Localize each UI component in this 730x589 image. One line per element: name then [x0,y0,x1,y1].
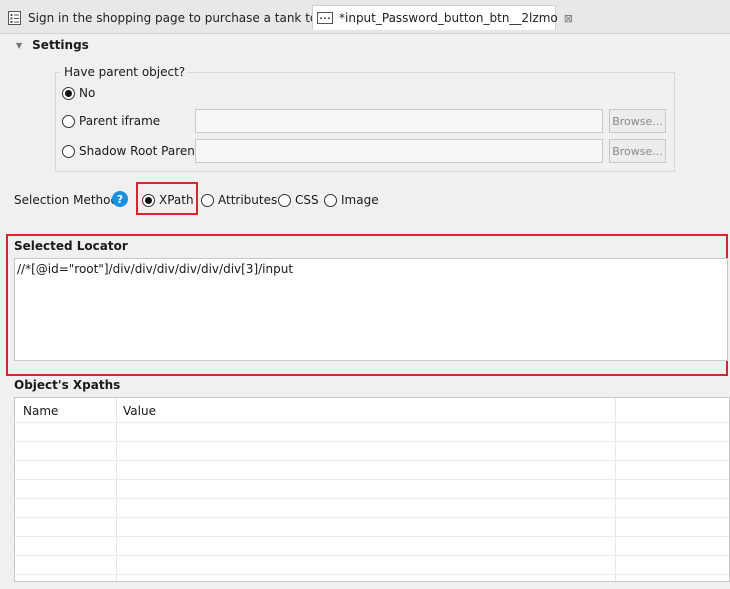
radio-label: Image [341,193,379,207]
radio-css[interactable]: CSS [278,193,319,207]
group-border [55,72,59,73]
radio-button[interactable] [62,114,75,128]
radio-label: CSS [295,193,319,207]
table-row [15,422,729,423]
table-row [15,460,729,461]
radio-attributes[interactable]: Attributes [201,193,277,207]
table-row [15,574,729,575]
radio-image[interactable]: Image [324,193,379,207]
radio-parent-none[interactable]: No [62,86,95,100]
chevron-down-icon: ▼ [16,40,23,50]
test-case-icon [6,10,22,25]
tab-test-case[interactable]: Sign in the shopping page to purchase a … [6,5,325,30]
radio-label: Attributes [218,193,278,207]
table-row [15,517,729,518]
shadow-root-field [195,139,603,163]
object-xpaths-title: Object's Xpaths [14,378,121,392]
group-border [172,72,675,73]
selected-locator-title: Selected Locator [14,239,128,253]
parent-iframe-field [195,109,603,133]
table-row [15,498,729,499]
settings-section-toggle[interactable]: ▼ Settings [16,38,89,52]
table-row [15,441,729,442]
editor-tab-bar: Sign in the shopping page to purchase a … [0,0,730,34]
radio-xpath[interactable]: XPath [142,193,194,207]
radio-label: XPath [159,193,194,207]
selected-locator-input[interactable]: //*[@id="root"]/div/div/div/div/div/div[… [14,258,728,361]
column-divider [615,398,616,581]
radio-label: Shadow Root Parent [79,144,200,158]
radio-button[interactable] [324,193,337,207]
parent-object-legend: Have parent object? [62,65,188,79]
browse-shadow-root-button: Browse... [609,139,666,163]
table-row [15,536,729,537]
table-row [15,479,729,480]
radio-button[interactable] [62,86,75,100]
tab-label: *input_Password_button_btn__2lzmo [339,11,558,25]
table-row [15,555,729,556]
column-header-value[interactable]: Value [123,404,156,418]
radio-button[interactable] [62,144,75,158]
radio-label: Parent iframe [79,114,161,128]
selection-method-label: Selection Method [14,193,119,207]
object-xpaths-table[interactable]: Name Value [14,397,730,582]
radio-button[interactable] [278,193,291,207]
radio-button[interactable] [201,193,214,207]
browse-iframe-button: Browse... [609,109,666,133]
radio-button[interactable] [142,193,155,207]
tab-test-object[interactable]: *input_Password_button_btn__2lzmo ⊠ [312,5,573,30]
close-icon[interactable]: ⊠ [564,12,573,25]
settings-title: Settings [32,38,89,52]
radio-label: No [79,86,96,100]
test-object-icon [317,11,333,25]
column-divider [116,398,117,581]
radio-shadow-root-parent[interactable]: Shadow Root Parent [62,144,200,158]
column-header-name[interactable]: Name [23,404,58,418]
help-icon[interactable]: ? [112,191,128,207]
radio-parent-iframe[interactable]: Parent iframe [62,114,160,128]
tab-label: Sign in the shopping page to purchase a … [28,10,325,25]
